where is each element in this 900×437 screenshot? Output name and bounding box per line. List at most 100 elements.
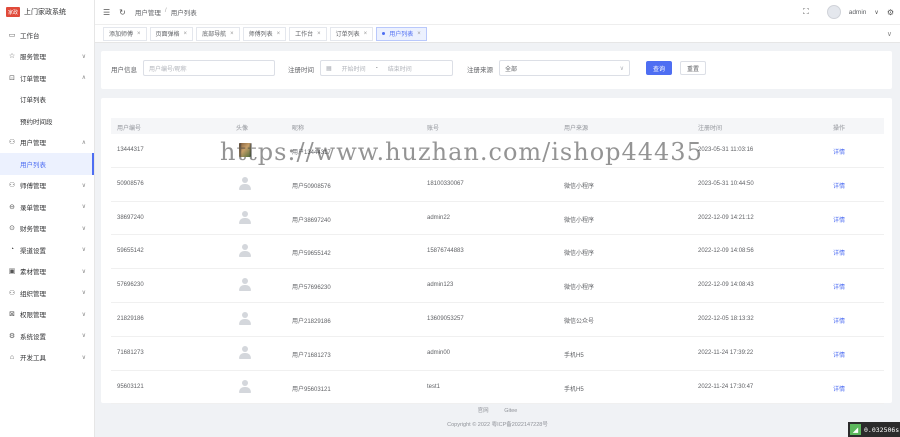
sidebar-subitem[interactable]: 预约时间段 xyxy=(0,110,94,132)
footer-link[interactable]: Gitee xyxy=(504,408,517,414)
gear-icon[interactable]: ⚙ xyxy=(887,8,894,17)
app-logo: 家政 xyxy=(6,7,20,17)
close-icon[interactable]: × xyxy=(364,31,368,37)
cell-user-id: 13444317 xyxy=(117,147,144,153)
breadcrumb-item[interactable]: 用户管理 xyxy=(135,7,161,17)
app-logo-area[interactable]: 家政 上门家政系统 xyxy=(0,0,94,24)
sidebar-item[interactable]: ⊡ 订单管理 ∧ xyxy=(0,67,94,89)
sidebar-item[interactable]: ▭ 工作台 xyxy=(0,24,94,46)
reset-button[interactable]: 重置 xyxy=(680,61,706,75)
detail-link[interactable]: 详情 xyxy=(833,282,845,291)
table-row: 71681273 用户71681273 admin00 手机H5 2022-11-24 … xyxy=(111,337,884,371)
source-select[interactable]: 全部 ∨ xyxy=(499,60,630,76)
tab[interactable]: 师傅列表 × xyxy=(242,26,287,41)
sidebar-item[interactable]: ⚇ 师傅管理 ∨ xyxy=(0,175,94,197)
dev-icon: ⌂ xyxy=(9,353,15,361)
channel-icon: ◔ xyxy=(9,246,15,254)
sidebar-item[interactable]: ⊙ 财务管理 ∨ xyxy=(0,218,94,240)
avatar xyxy=(239,379,251,394)
chevron-down-icon: ∨ xyxy=(81,311,86,318)
detail-link[interactable]: 详情 xyxy=(833,350,845,359)
permission-icon: ⊠ xyxy=(9,311,15,319)
sidebar-item[interactable]: ⚇ 组织管理 ∨ xyxy=(0,282,94,304)
user-info-input[interactable]: 用户编号/昵称 xyxy=(143,60,275,76)
refresh-icon[interactable]: ↻ xyxy=(119,8,126,17)
cell-nickname: 用户59655142 xyxy=(292,251,331,258)
sidebar-item[interactable]: ▣ 素材管理 ∨ xyxy=(0,261,94,283)
close-icon[interactable]: × xyxy=(277,31,281,37)
chevron-down-icon: ∨ xyxy=(81,53,86,60)
close-icon[interactable]: × xyxy=(317,31,321,37)
close-icon[interactable]: × xyxy=(137,31,141,37)
table-row: 57696230 用户57696230 admin123 微信小程序 2022-12-0… xyxy=(111,269,884,303)
finance-icon: ⊙ xyxy=(9,225,15,233)
avatar xyxy=(239,278,251,292)
chevron-down-icon[interactable]: ∨ xyxy=(887,30,892,38)
tab[interactable]: 底部导航 × xyxy=(196,26,240,41)
table-row: 38697240 用户38697240 admin22 微信小程序 2022-12-09… xyxy=(111,202,884,236)
chevron-up-icon: ∧ xyxy=(81,139,86,146)
column-header: 注册时间 xyxy=(698,126,723,132)
cell-nickname: 用户71681273 xyxy=(292,352,331,359)
sidebar-item-label: 用户管理 xyxy=(20,140,46,148)
detail-link[interactable]: 详情 xyxy=(833,181,845,190)
chevron-down-icon: ∨ xyxy=(81,290,86,297)
calendar-icon: ▦ xyxy=(326,65,332,72)
sidebar-item[interactable]: ⊠ 权限管理 ∨ xyxy=(0,304,94,326)
sidebar-item-label: 渠道设置 xyxy=(20,247,46,255)
sidebar-subitem[interactable]: 用户列表 xyxy=(0,153,94,175)
chevron-up-icon: ∧ xyxy=(81,75,86,82)
query-button[interactable]: 查询 xyxy=(646,61,672,75)
tab-label: 添加师傅 xyxy=(109,32,134,38)
username[interactable]: admin xyxy=(849,9,867,16)
sidebar-item[interactable]: ◔ 渠道设置 ∨ xyxy=(0,239,94,261)
close-icon[interactable]: × xyxy=(184,31,188,37)
reg-time-range-picker[interactable]: ▦ 开始时间 - 结束时间 xyxy=(320,60,453,76)
cell-register-time: 2022-12-05 18:13:32 xyxy=(698,316,754,322)
detail-link[interactable]: 详情 xyxy=(833,316,845,325)
sidebar-item[interactable]: ⚙ 系统设置 ∨ xyxy=(0,325,94,347)
close-icon[interactable]: × xyxy=(230,31,234,37)
cell-nickname: 用户50908576 xyxy=(292,183,331,190)
sidebar: 家政 上门家政系统 ▭ 工作台 ☆ 服务管理 ∨ ⊡ 订单管理 ∧ 订单列表 预约时间段 ⚇ 用户管理… xyxy=(0,0,95,437)
detail-link[interactable]: 详情 xyxy=(833,147,845,156)
detail-link[interactable]: 详情 xyxy=(833,248,845,257)
tab[interactable]: 页面弹格 × xyxy=(149,26,194,41)
detail-link[interactable]: 详情 xyxy=(833,384,845,393)
org-icon: ⚇ xyxy=(8,289,16,297)
fullscreen-icon[interactable]: ⛶ xyxy=(803,7,809,17)
cell-source: 微信小程序 xyxy=(564,285,595,292)
sidebar-subitem[interactable]: 订单列表 xyxy=(0,89,94,111)
chevron-down-icon: ∨ xyxy=(81,268,86,275)
sidebar-item[interactable]: ⌂ 开发工具 ∨ xyxy=(0,347,94,369)
tab[interactable]: 添加师傅 × xyxy=(103,26,147,41)
footer-link[interactable]: 官网 xyxy=(478,408,489,414)
header-right: ⛶ admin ∨ ⚙ xyxy=(803,0,894,24)
table-row: 21829186 用户21829186 13609053257 微信公众号 2022-1… xyxy=(111,303,884,337)
menu-toggle-icon[interactable]: ☰ xyxy=(103,8,110,17)
sidebar-item[interactable]: ⚇ 用户管理 ∧ xyxy=(0,132,94,154)
tab[interactable]: 用户列表 × xyxy=(376,26,427,41)
chevron-down-icon[interactable]: ∨ xyxy=(874,9,878,16)
tab[interactable]: 工作台 × xyxy=(289,26,327,41)
sidebar-item[interactable]: ⊖ 录单管理 ∨ xyxy=(0,196,94,218)
chevron-down-icon: ∨ xyxy=(81,333,86,340)
close-icon[interactable]: × xyxy=(417,31,421,37)
tab[interactable]: 订单列表 × xyxy=(329,26,374,41)
app-title: 上门家政系统 xyxy=(24,9,66,16)
sidebar-item-label: 财务管理 xyxy=(20,226,46,234)
avatar xyxy=(239,176,251,191)
sidebar-item-label: 系统设置 xyxy=(20,333,46,341)
worker-icon: ⚇ xyxy=(8,182,16,190)
cell-source: 微信小程序 xyxy=(564,183,595,190)
tab-label: 用户列表 xyxy=(389,32,414,38)
user-icon: ⚇ xyxy=(8,139,16,147)
breadcrumb-separator: / xyxy=(164,7,167,14)
user-avatar[interactable] xyxy=(826,5,841,19)
cell-account: admin00 xyxy=(427,349,451,356)
cell-account: 18100330067 xyxy=(427,180,464,187)
sidebar-item[interactable]: ☆ 服务管理 ∨ xyxy=(0,46,94,68)
table-header: 用户编号 头像 昵称 账号 用户来源 注册时间 操作 xyxy=(111,118,884,134)
tabs-bar: 添加师傅 × 页面弹格 × 底部导航 × 师傅列表 × 工作台 × 订单列表 × 用户列表 × ∨ xyxy=(95,24,900,43)
detail-link[interactable]: 详情 xyxy=(833,215,845,224)
